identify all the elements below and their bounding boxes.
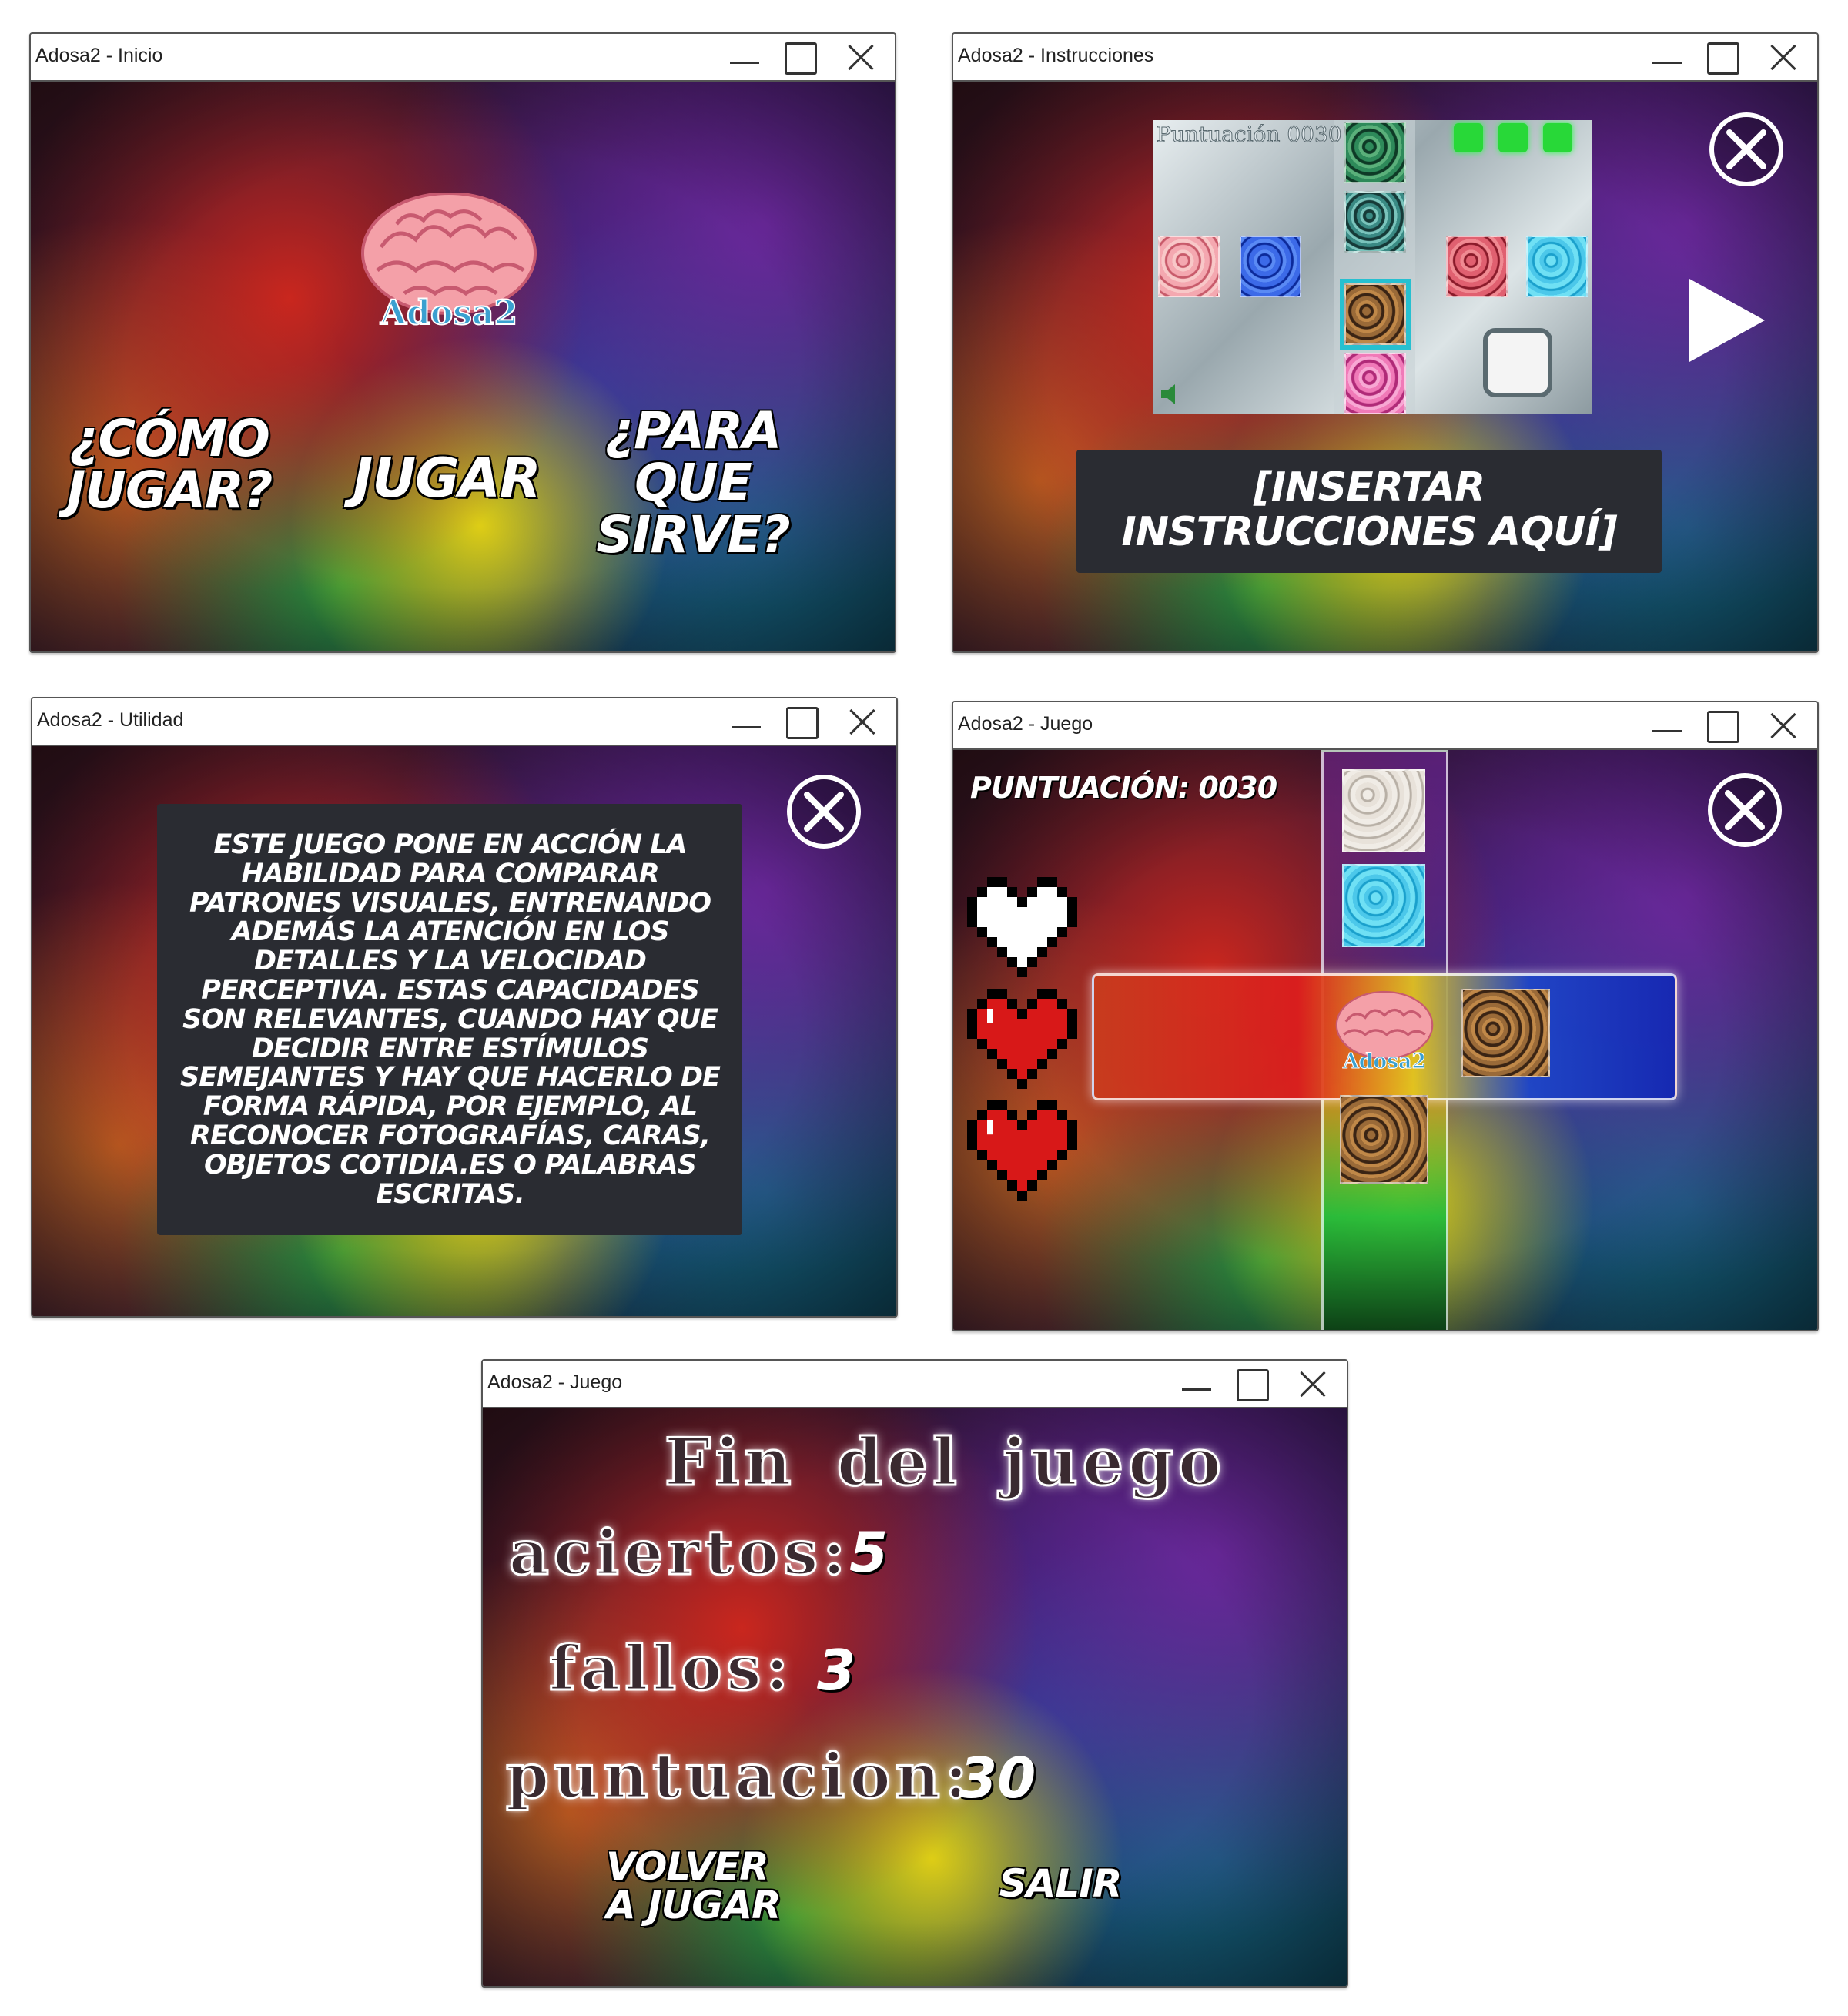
preview-score-label: Puntuación 0030 (1157, 122, 1343, 148)
fallos-value: 3 (817, 1638, 856, 1703)
minimize-icon[interactable] (728, 705, 764, 740)
game-canvas: Adosa2 PUNTUACIÓN: 0030 (953, 750, 1817, 1330)
close-icon[interactable] (1765, 40, 1800, 75)
preview-tile (1446, 236, 1508, 297)
puntuacion-label: puntuacion: (504, 1739, 973, 1813)
para-que-sirve-button[interactable]: ¿PARA QUE SIRVE? (585, 405, 801, 561)
maximize-icon[interactable] (1705, 40, 1740, 75)
tile-right (1461, 989, 1550, 1077)
preview-action-button (1483, 328, 1552, 397)
minimize-icon[interactable] (1649, 40, 1685, 75)
game-canvas: ESTE JUEGO PONE EN ACCIÓN LA HABILIDAD P… (32, 746, 896, 1316)
titlebar[interactable]: Adosa2 - Utilidad (32, 698, 896, 746)
preview-tile (1526, 236, 1588, 297)
logo-text: Adosa2 (380, 293, 517, 333)
titlebar[interactable]: Adosa2 - Juego (953, 702, 1817, 750)
fallos-label: fallos: (548, 1631, 793, 1706)
jugar-button[interactable]: JUGAR (339, 450, 554, 506)
titlebar[interactable]: Adosa2 - Inicio (31, 34, 895, 82)
window-fin: Adosa2 - Juego Fin del juego aciertos: 5… (481, 1359, 1348, 1988)
window-utilidad: Adosa2 - Utilidad ESTE JUEGO PONE EN ACC… (31, 697, 898, 1318)
window-inicio: Adosa2 - Inicio Adosa2 ¿CÓMO JUGAR? JUGA… (29, 32, 896, 653)
close-icon[interactable] (785, 773, 862, 850)
maximize-icon[interactable] (784, 705, 819, 740)
tile-top (1342, 769, 1425, 852)
window-juego: Adosa2 - Juego Adosa2 PUNTUACIÓN: 0030 (952, 701, 1819, 1331)
close-icon[interactable] (1708, 111, 1785, 188)
minimize-icon[interactable] (1179, 1367, 1214, 1402)
heart-full-icon (967, 1100, 1077, 1201)
close-icon[interactable] (842, 40, 878, 75)
life-indicator (1454, 123, 1483, 152)
close-icon[interactable] (1765, 708, 1800, 744)
score-label: PUNTUACIÓN: 0030 (970, 771, 1277, 805)
description-text: ESTE JUEGO PONE EN ACCIÓN LA HABILIDAD P… (180, 829, 721, 1210)
aciertos-label: aciertos: (508, 1515, 850, 1590)
play-icon[interactable] (1685, 274, 1769, 367)
preview-tile (1344, 191, 1406, 253)
heart-empty-icon (967, 877, 1077, 977)
logo-text: Adosa2 (1342, 1050, 1426, 1073)
window-instrucciones: Adosa2 - Instrucciones Puntuación 0030 [… (952, 32, 1819, 653)
instructions-placeholder: [INSERTAR INSTRUCCIONES AQUÍ] (1121, 464, 1617, 556)
close-icon[interactable] (844, 705, 879, 740)
preview-tile (1158, 236, 1220, 297)
maximize-icon[interactable] (1705, 708, 1740, 744)
titlebar[interactable]: Adosa2 - Juego (483, 1361, 1347, 1408)
minimize-icon[interactable] (1649, 708, 1685, 744)
exit-button[interactable]: SALIR (991, 1864, 1130, 1904)
aciertos-value: 5 (849, 1520, 889, 1585)
play-again-button[interactable]: VOLVER A JUGAR (606, 1847, 791, 1924)
preview-tile (1240, 236, 1301, 297)
window-title: Adosa2 - Juego (958, 713, 1093, 735)
titlebar[interactable]: Adosa2 - Instrucciones (953, 34, 1817, 82)
preview-tile (1340, 279, 1411, 350)
window-title: Adosa2 - Instrucciones (958, 45, 1154, 66)
game-canvas: Fin del juego aciertos: 5 fallos: 3 punt… (483, 1408, 1347, 1986)
window-title: Adosa2 - Juego (487, 1371, 623, 1393)
heart-full-icon (967, 989, 1077, 1089)
tile-lower (1340, 1095, 1428, 1184)
tile-upper (1342, 864, 1425, 947)
close-icon[interactable] (1294, 1367, 1330, 1402)
puntuacion-value: 30 (959, 1746, 1036, 1810)
game-canvas: Adosa2 ¿CÓMO JUGAR? JUGAR ¿PARA QUE SIRV… (31, 82, 895, 651)
como-jugar-button[interactable]: ¿CÓMO JUGAR? (54, 413, 285, 517)
game-canvas: Puntuación 0030 [INSERTAR INSTRUCCIONES … (953, 82, 1817, 651)
maximize-icon[interactable] (1234, 1367, 1270, 1402)
brain-logo-icon: Adosa2 (1335, 990, 1434, 1073)
speaker-icon (1161, 384, 1175, 404)
close-icon[interactable] (1706, 772, 1783, 849)
lives-container (967, 877, 1083, 1208)
preview-tile (1344, 353, 1406, 414)
preview-tile (1344, 122, 1406, 183)
life-indicator (1543, 123, 1572, 152)
window-title: Adosa2 - Inicio (35, 45, 163, 66)
game-over-heading: Fin del juego (664, 1423, 1226, 1502)
instructions-preview: Puntuación 0030 (1153, 120, 1592, 414)
life-indicator (1498, 123, 1528, 152)
window-title: Adosa2 - Utilidad (37, 709, 184, 731)
maximize-icon[interactable] (782, 40, 818, 75)
brain-logo-icon: Adosa2 (361, 193, 537, 333)
minimize-icon[interactable] (727, 40, 762, 75)
